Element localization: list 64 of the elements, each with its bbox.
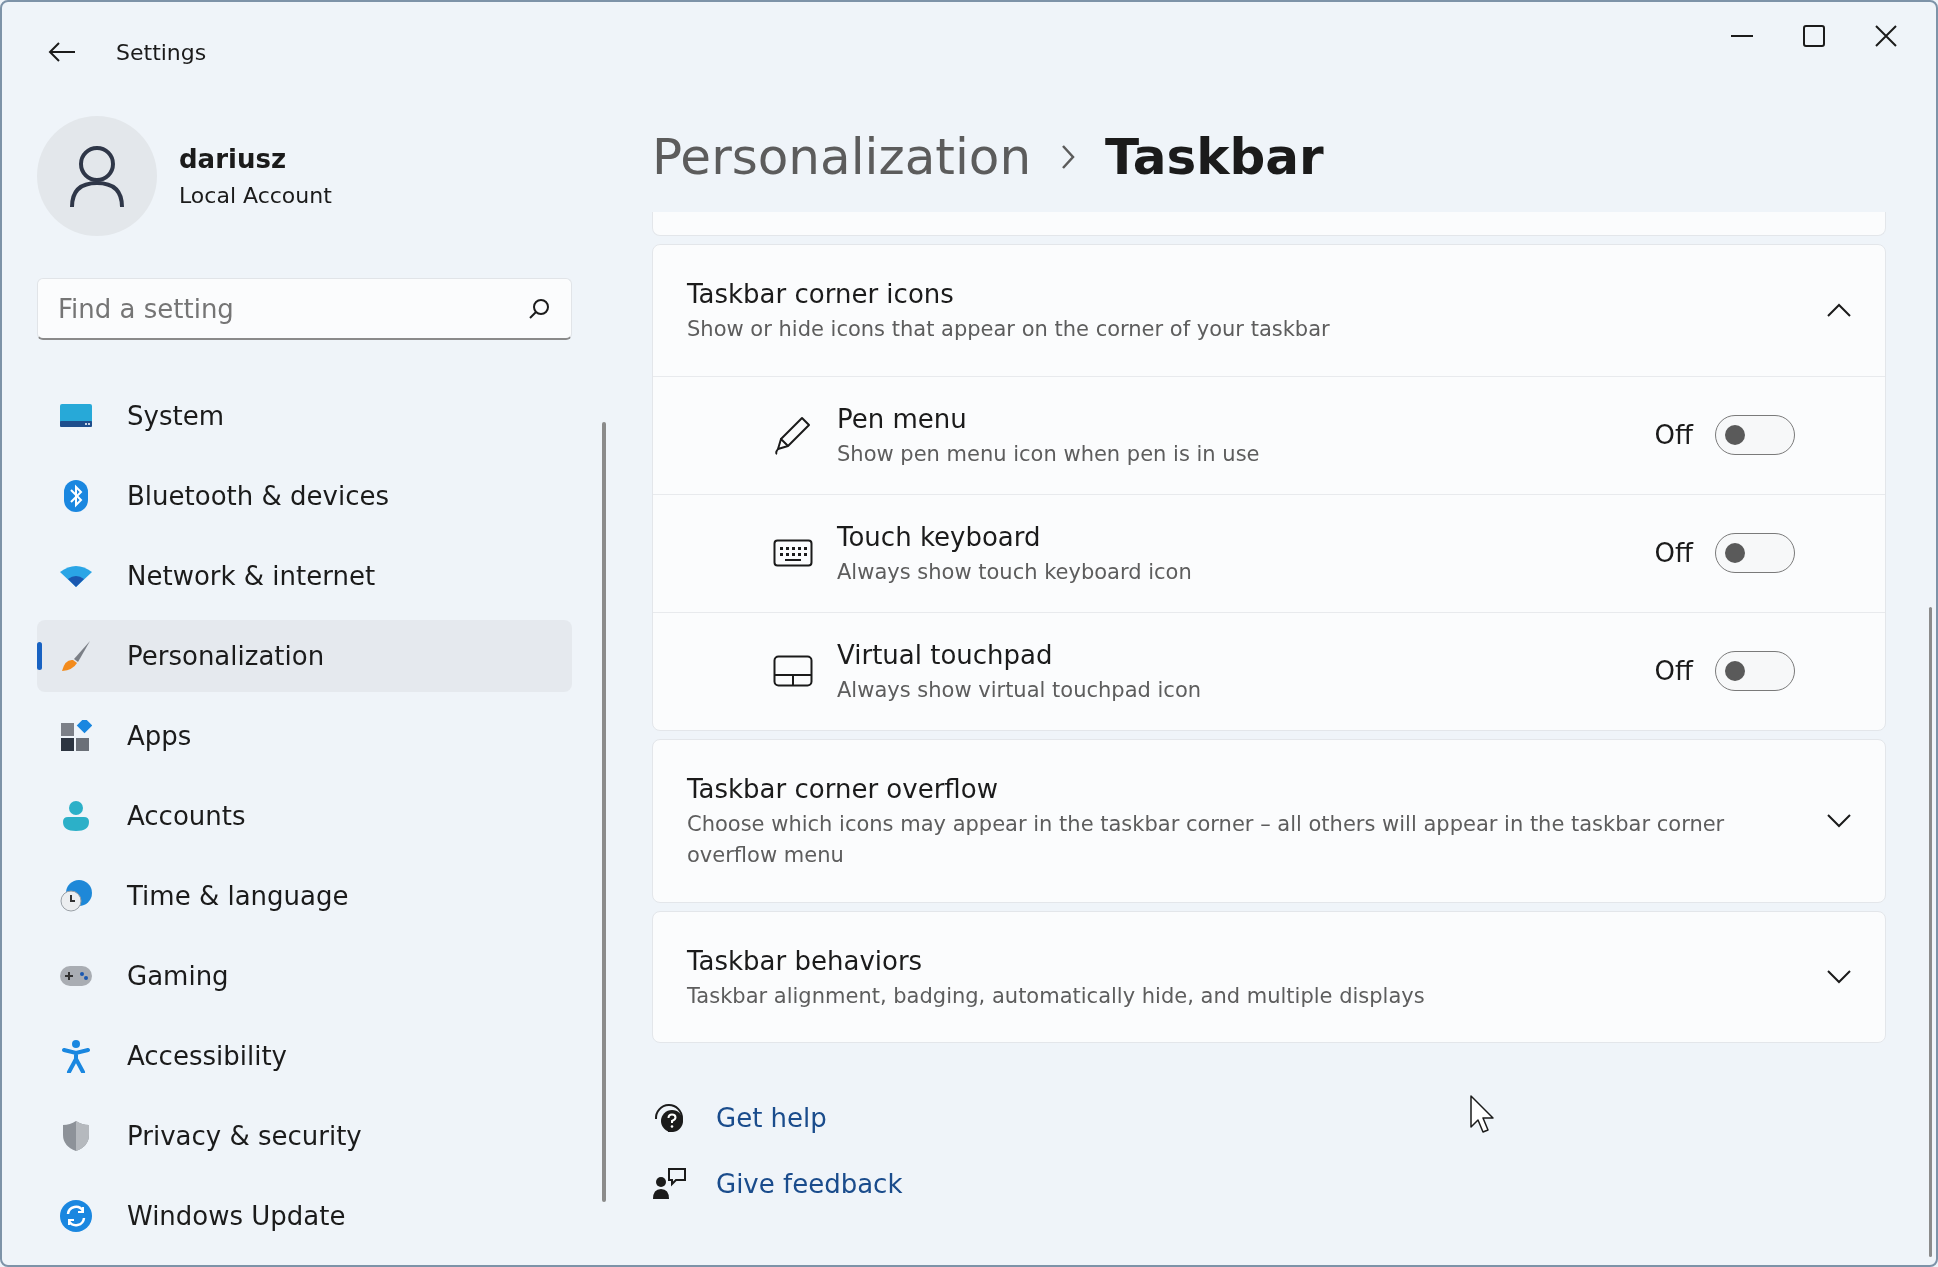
chevron-down-icon[interactable] — [1827, 969, 1851, 984]
chevron-up-icon[interactable] — [1827, 303, 1851, 318]
sidebar-item[interactable]: System — [37, 380, 572, 452]
sidebar-item[interactable]: Time & language — [37, 860, 572, 932]
sidebar-item[interactable]: Personalization — [37, 620, 572, 692]
toggle-state-label: Off — [1654, 536, 1693, 570]
bluetooth-icon — [64, 480, 88, 512]
link[interactable]: Give feedback — [716, 1164, 903, 1204]
scrollbar[interactable] — [1929, 607, 1932, 1257]
accessibility-icon — [61, 1039, 91, 1073]
sidebar-item[interactable]: Gaming — [37, 940, 572, 1012]
shield-icon — [62, 1120, 90, 1152]
sidebar-item[interactable]: Accounts — [37, 780, 572, 852]
close-icon — [1875, 25, 1897, 47]
minimize-icon — [1731, 35, 1753, 37]
toggle-switch[interactable] — [1715, 651, 1795, 691]
chevron-down-icon[interactable] — [1827, 813, 1851, 828]
scrollbar[interactable] — [602, 422, 606, 1202]
toggle-state-label: Off — [1654, 418, 1693, 452]
window-title: Settings — [116, 38, 207, 67]
sidebar-item[interactable]: Network & internet — [37, 540, 572, 612]
sidebar-item[interactable]: Bluetooth & devices — [37, 460, 572, 532]
setting-description: Always show touch keyboard icon — [837, 558, 1193, 586]
setting-description: Taskbar alignment, badging, automatically hide, and multiple displays — [687, 982, 1426, 1010]
selection-indicator — [37, 642, 42, 670]
setting-title: Taskbar behaviors — [687, 944, 924, 978]
breadcrumb-link[interactable]: Personalization — [652, 119, 1032, 195]
breadcrumb-title: Taskbar — [1105, 126, 1324, 188]
toggle-state-label: Off — [1654, 654, 1693, 688]
sidebar-item[interactable]: Windows Update — [37, 1180, 572, 1252]
globe-clock-icon — [59, 879, 93, 913]
setting-title: Pen menu — [837, 402, 968, 436]
setting-title: Taskbar corner overflow — [687, 772, 999, 806]
help-icon — [652, 1101, 686, 1135]
setting-title: Taskbar corner icons — [687, 278, 955, 311]
touchpad-icon — [773, 655, 813, 687]
sidebar-item[interactable]: Apps — [37, 700, 572, 772]
wifi-icon — [59, 565, 93, 587]
gamepad-icon — [59, 965, 93, 987]
toggle-switch[interactable] — [1715, 533, 1795, 573]
setting-title: Touch keyboard — [837, 520, 1042, 554]
pen-icon — [774, 415, 812, 455]
search-icon — [528, 298, 550, 320]
person-icon — [62, 800, 90, 832]
monitor-icon — [59, 403, 93, 429]
setting-description: Choose which icons may appear in the taskbar corner – all others will appear in the taskbar corner overflow menu — [687, 810, 1726, 869]
setting-description: Always show virtual touchpad icon — [837, 676, 1203, 704]
setting-description: Show pen menu icon when pen is in use — [837, 440, 1261, 468]
setting-description: Show or hide icons that appear on the corner of your taskbar — [687, 316, 1331, 343]
toggle-switch[interactable] — [1715, 415, 1795, 455]
account-type: Local Account — [179, 182, 332, 210]
keyboard-icon — [773, 539, 813, 567]
back-arrow-icon — [48, 41, 76, 63]
feedback-icon — [652, 1167, 686, 1201]
sync-icon — [59, 1199, 93, 1233]
sidebar-item[interactable]: Accessibility — [37, 1020, 572, 1092]
sidebar-item[interactable]: Privacy & security — [37, 1100, 572, 1172]
user-name: dariusz — [179, 143, 287, 176]
maximize-icon — [1803, 25, 1825, 47]
link[interactable]: Get help — [716, 1098, 827, 1138]
chevron-right-icon — [1061, 144, 1076, 170]
apps-icon — [60, 720, 92, 752]
search-field[interactable]: Find a setting — [37, 278, 572, 340]
setting-title: Virtual touchpad — [837, 638, 1054, 672]
